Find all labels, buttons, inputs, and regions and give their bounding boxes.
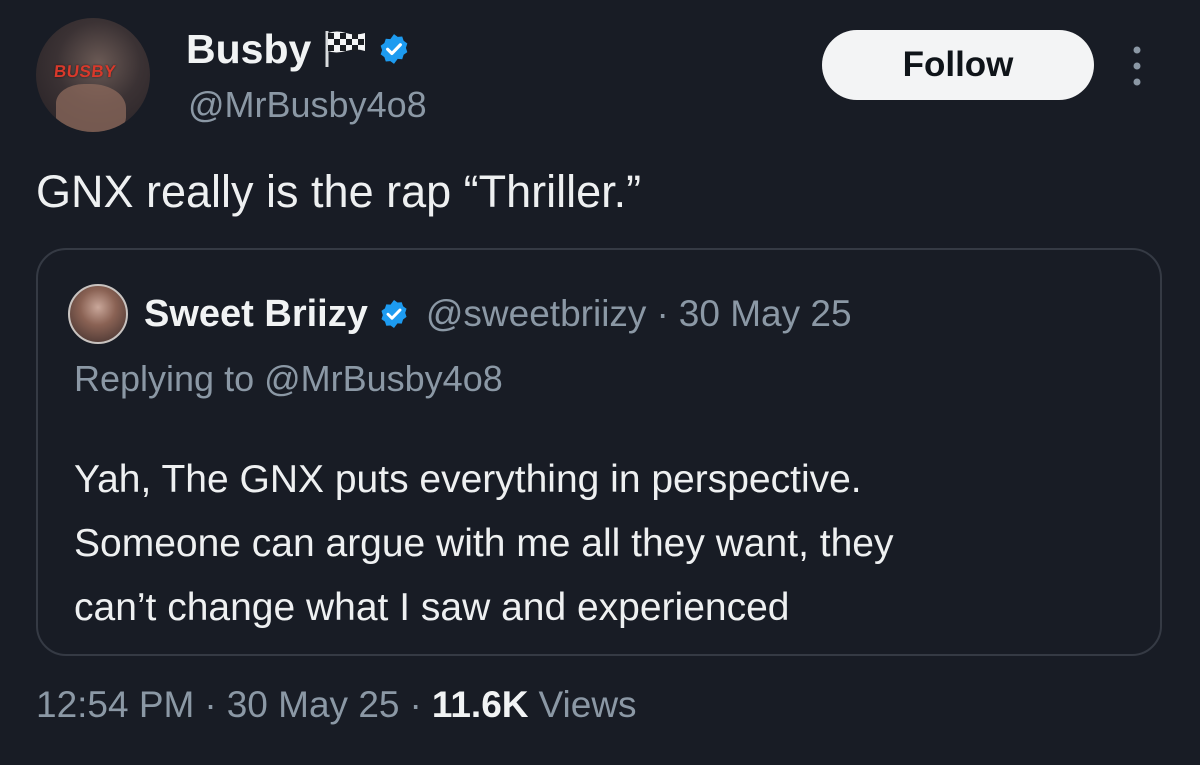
tweet-date[interactable]: 30 May 25: [227, 684, 400, 726]
views-count[interactable]: 11.6K: [432, 684, 529, 726]
author-handle[interactable]: @MrBusby4o8: [188, 84, 427, 126]
quoted-tweet-line: can’t change what I saw and experienced: [74, 586, 790, 629]
views-label[interactable]: Views: [539, 684, 637, 726]
quoted-tweet-card[interactable]: Sweet Briizy @sweetbriizy · 30 May 25 Re…: [36, 248, 1162, 656]
quoted-tweet-line: Yah, The GNX puts everything in perspect…: [74, 458, 862, 501]
quoted-tweet-header: Sweet Briizy @sweetbriizy · 30 May 25: [68, 284, 852, 344]
quoted-tweet-date[interactable]: 30 May 25: [679, 293, 852, 335]
separator-dot: ·: [409, 684, 422, 725]
verified-badge-icon[interactable]: [377, 32, 411, 66]
verified-badge-icon[interactable]: [378, 298, 410, 330]
author-avatar[interactable]: BUSBY: [36, 18, 150, 132]
follow-button[interactable]: Follow: [822, 30, 1094, 100]
tweet-container: BUSBY Busby @MrBusby4o8 Follow GNX reall…: [0, 0, 1200, 765]
separator-dot: ·: [204, 684, 217, 725]
checkered-flag-icon: [325, 31, 366, 67]
quoted-author-display-name[interactable]: Sweet Briizy: [144, 293, 368, 336]
tweet-time[interactable]: 12:54 PM: [36, 684, 194, 726]
more-options-icon[interactable]: [1126, 42, 1148, 90]
tweet-meta: 12:54 PM · 30 May 25 · 11.6K Views: [36, 684, 637, 726]
quoted-tweet-body: Yah, The GNX puts everything in perspect…: [74, 448, 1134, 640]
author-name-row: Busby: [186, 24, 411, 74]
quoted-author-avatar[interactable]: [68, 284, 128, 344]
avatar-photo-hand: [56, 84, 126, 132]
replying-to-text: Replying to @MrBusby4o8: [74, 358, 503, 399]
avatar-logo-text: BUSBY: [53, 62, 118, 81]
tweet-text: GNX really is the rap “Thriller.”: [36, 166, 642, 217]
author-display-name[interactable]: Busby: [186, 26, 311, 73]
quoted-author-handle[interactable]: @sweetbriizy: [426, 293, 647, 335]
separator-dot: ·: [656, 293, 669, 334]
quoted-tweet-line: Someone can argue with me all they want,…: [74, 522, 894, 565]
